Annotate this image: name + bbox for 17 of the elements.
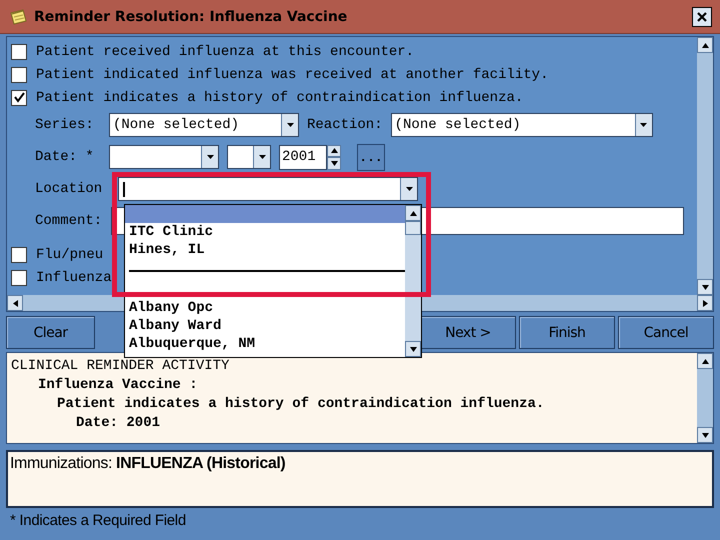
activity-line: Date: 2001 (75, 414, 162, 433)
window-title: Reminder Resolution: Influenza Vaccine (34, 8, 348, 24)
activity-line: Influenza Vaccine : (37, 376, 199, 395)
field-label: Reaction: (307, 117, 383, 133)
checkbox-label: Flu/pneu (36, 246, 104, 262)
checkbox-label: Patient indicated influenza was received at another facility. (36, 66, 548, 82)
field-label: Comment: (35, 213, 102, 229)
checkbox-label: Influenza (36, 270, 112, 286)
field-label: Series: (35, 117, 95, 133)
status-text: * Indicates a Required Field (10, 512, 186, 529)
checkbox-label: Patient received influenza at this encounter. (36, 44, 414, 60)
field-label: Date: * (35, 149, 95, 165)
activity-line: Patient indicates a history of contraindication influenza. (56, 395, 546, 414)
activity-heading: CLINICAL REMINDER ACTIVITY (11, 357, 230, 376)
field-label: Location (35, 181, 102, 197)
checkbox-label: Patient indicates a history of contraindication influenza. (36, 90, 524, 106)
immunization-text: Immunizations: INFLUENZA (Historical) (10, 455, 286, 472)
